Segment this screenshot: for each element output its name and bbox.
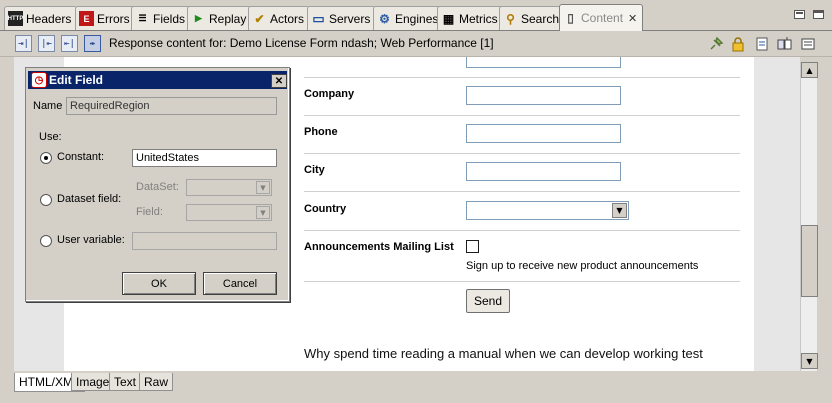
http-icon: HTTP: [8, 11, 23, 26]
constant-radio[interactable]: [40, 152, 52, 164]
tab-label: Errors: [97, 11, 130, 26]
edit-field-dialog: ◷ Edit Field ✕ Name RequiredRegion Use: …: [25, 67, 290, 302]
dialog-title-bar[interactable]: ◷ Edit Field ✕: [28, 71, 287, 89]
dataset-label: DataSet:: [136, 181, 179, 193]
tab-label: Engines: [395, 11, 439, 26]
close-icon[interactable]: ✕: [271, 74, 287, 88]
search-icon: ⚲: [506, 11, 515, 26]
send-button[interactable]: Send: [466, 289, 510, 313]
city-input[interactable]: [466, 162, 621, 181]
phone-input[interactable]: [466, 124, 621, 143]
content-format-tabs: HTML/XML Image Text Raw: [0, 373, 832, 403]
pin-icon[interactable]: [707, 35, 725, 53]
page-margin-right: [754, 57, 800, 371]
tab-replay[interactable]: ▶ Replay: [187, 6, 253, 30]
dialog-title: Edit Field: [49, 73, 103, 87]
stopwatch-icon: ◷: [31, 72, 47, 88]
engines-icon: ⚙: [379, 11, 390, 26]
servers-icon: ▭: [312, 10, 325, 26]
body-paragraph: Why spend time reading a manual when we …: [304, 346, 703, 361]
announcements-label: Announcements Mailing List: [304, 241, 454, 253]
tab-label: Metrics: [459, 11, 498, 26]
tab-label: Search: [521, 11, 560, 26]
city-label: City: [304, 164, 325, 176]
dataset-combo[interactable]: ▼: [186, 179, 272, 196]
form-row-country: Country ▼: [304, 192, 740, 231]
tab-label: Fields: [153, 11, 186, 26]
scroll-up-button[interactable]: ▲: [801, 62, 818, 78]
metrics-icon: ▦: [442, 11, 455, 26]
lock-icon[interactable]: [729, 35, 747, 53]
ok-button[interactable]: OK: [122, 272, 196, 295]
company-input[interactable]: [466, 86, 621, 105]
user-variable-radio[interactable]: [40, 235, 52, 247]
tab-fields[interactable]: ☰ Fields: [131, 6, 192, 30]
content-toolbar: ⇥| |⇤ ⇤| ⇹ Response content for: Demo Li…: [0, 31, 832, 57]
tab-servers[interactable]: ▭ Servers: [307, 6, 377, 30]
field-combo[interactable]: ▼: [186, 204, 272, 221]
announcements-checkbox[interactable]: [466, 240, 479, 253]
tab-headers[interactable]: HTTP Headers: [4, 6, 78, 30]
company-label: Company: [304, 88, 355, 100]
use-label: Use:: [39, 131, 62, 143]
tab-metrics[interactable]: ▦ Metrics: [437, 6, 504, 30]
partial-input[interactable]: [466, 57, 621, 68]
cancel-button[interactable]: Cancel: [203, 272, 277, 295]
response-title: Response content for: Demo License Form …: [109, 36, 494, 50]
tab-raw[interactable]: Raw: [139, 373, 174, 391]
scroll-down-button[interactable]: ▼: [801, 353, 818, 369]
form-row-phone: Phone: [304, 116, 740, 154]
maximize-button[interactable]: [813, 10, 824, 19]
form-row-city: City: [304, 154, 740, 192]
scroll-thumb[interactable]: [801, 225, 818, 297]
constant-value-input[interactable]: UnitedStates: [132, 149, 277, 167]
tab-label: Headers: [26, 11, 72, 26]
fields-icon: ☰: [138, 13, 147, 23]
tab-engines[interactable]: ⚙ Engines: [373, 6, 445, 30]
vertical-scrollbar[interactable]: ▲ ▼: [800, 62, 818, 371]
chevron-down-icon: ▼: [612, 203, 627, 218]
user-variable-input[interactable]: [132, 232, 277, 250]
tab-errors[interactable]: E Errors: [75, 6, 136, 30]
dataset-field-label: Dataset field:: [57, 193, 122, 205]
actors-icon: ✔: [254, 11, 265, 26]
expand-both-button[interactable]: ⇹: [84, 35, 101, 52]
tab-search[interactable]: ⚲ Search: [499, 6, 566, 30]
align-left-button[interactable]: |⇤: [38, 35, 55, 52]
constant-label: Constant:: [57, 151, 105, 163]
signup-text: Sign up to receive new product announcem…: [466, 260, 699, 272]
user-variable-label: User variable:: [57, 234, 125, 246]
dataset-field-radio[interactable]: [40, 194, 52, 206]
form-row-partial: [304, 57, 740, 78]
field-label: Field:: [136, 206, 163, 218]
view-tab-bar: HTTP Headers E Errors ☰ Fields ▶ Replay …: [0, 0, 832, 31]
chevron-down-icon: ▼: [256, 206, 270, 219]
country-select[interactable]: ▼: [466, 201, 629, 220]
close-icon[interactable]: ✕: [628, 12, 637, 25]
tab-image[interactable]: Image: [71, 373, 115, 391]
country-label: Country: [304, 203, 347, 215]
align-right-button[interactable]: ⇥|: [15, 35, 32, 52]
tab-label: Servers: [329, 11, 371, 26]
chevron-down-icon: ▼: [256, 181, 270, 194]
tab-content[interactable]: ▯ Content ✕: [559, 4, 644, 31]
name-field: RequiredRegion: [66, 97, 277, 115]
list-icon[interactable]: [799, 35, 817, 53]
form-row-company: Company: [304, 78, 740, 116]
tab-label: Replay: [209, 11, 247, 26]
form-row-announcements: Announcements Mailing List Sign up to re…: [304, 231, 740, 282]
document-icon[interactable]: [753, 35, 771, 53]
collapse-left-button[interactable]: ⇤|: [61, 35, 78, 52]
columns-icon[interactable]: [776, 35, 794, 53]
tab-label: Actors: [270, 11, 305, 26]
tab-actors[interactable]: ✔ Actors: [248, 6, 311, 30]
minimize-button[interactable]: [794, 10, 805, 19]
content-icon: ▯: [567, 11, 574, 25]
name-label: Name: [33, 100, 63, 112]
phone-label: Phone: [304, 126, 338, 138]
replay-icon: ▶: [195, 13, 202, 23]
errors-icon: E: [79, 11, 94, 26]
tab-text[interactable]: Text: [109, 373, 142, 391]
tab-label: Content: [581, 11, 624, 25]
